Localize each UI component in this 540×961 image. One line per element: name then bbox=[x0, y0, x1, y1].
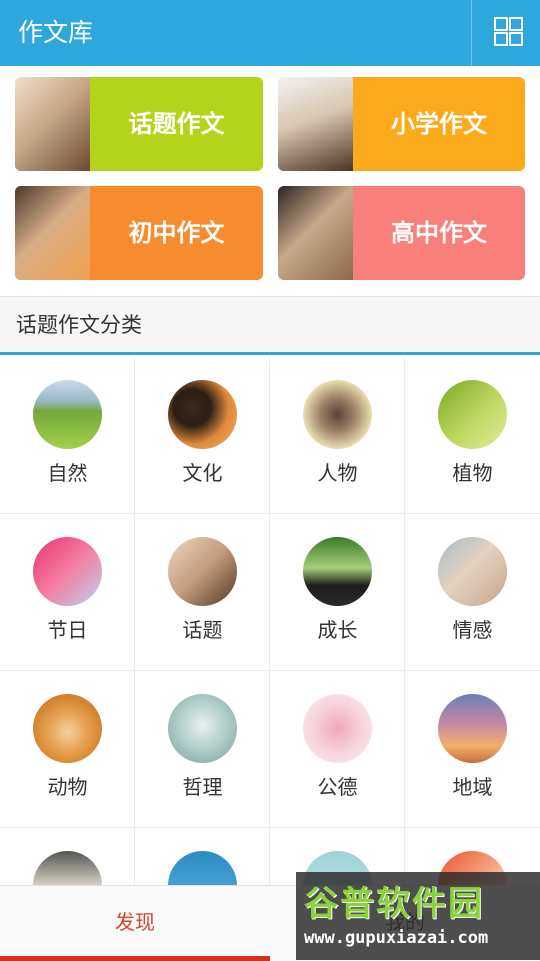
card-label: 话题作文 bbox=[128, 110, 225, 138]
card-primary-essay[interactable]: 小学作文 bbox=[278, 77, 525, 171]
grid-view-button[interactable] bbox=[472, 0, 540, 66]
card-photo bbox=[278, 186, 353, 280]
category-grid: 自然 文化 人物 植物 节日 话题 成长 情感 动物 哲理 公德 地域 bbox=[0, 357, 540, 887]
category-label: 情感 bbox=[452, 618, 493, 642]
region-photo bbox=[438, 694, 507, 763]
category-label: 地域 bbox=[452, 775, 493, 799]
emotion-photo bbox=[438, 537, 507, 606]
category-label: 哲理 bbox=[182, 775, 223, 799]
category-topic[interactable]: 话题 bbox=[135, 514, 270, 671]
culture-photo bbox=[168, 380, 237, 449]
category-label: 成长 bbox=[317, 618, 358, 642]
category-label: 动物 bbox=[47, 775, 88, 799]
active-tab-indicator bbox=[0, 956, 270, 961]
card-photo bbox=[278, 77, 353, 171]
card-label: 初中作文 bbox=[128, 219, 225, 247]
category-philosophy[interactable]: 哲理 bbox=[135, 671, 270, 828]
card-topic-essay[interactable]: 话题作文 bbox=[15, 77, 263, 171]
category-label: 自然 bbox=[47, 461, 88, 485]
category-morality[interactable]: 公德 bbox=[270, 671, 405, 828]
animal-photo bbox=[33, 694, 102, 763]
category-label: 植物 bbox=[452, 461, 493, 485]
people-photo bbox=[303, 380, 372, 449]
category-label: 公德 bbox=[317, 775, 358, 799]
grid-view-icon bbox=[494, 17, 508, 31]
grid-view-icon bbox=[509, 17, 523, 31]
category-plant[interactable]: 植物 bbox=[405, 357, 540, 514]
tab-discover[interactable]: 发现 bbox=[0, 886, 270, 961]
category-item[interactable] bbox=[135, 828, 270, 887]
category-animal[interactable]: 动物 bbox=[0, 671, 135, 828]
category-label: 文化 bbox=[182, 461, 223, 485]
category-label: 话题 bbox=[182, 618, 223, 642]
grid-view-icon bbox=[494, 32, 508, 46]
app-header: 作文库 bbox=[0, 0, 540, 66]
category-festival[interactable]: 节日 bbox=[0, 514, 135, 671]
category-emotion[interactable]: 情感 bbox=[405, 514, 540, 671]
grade-cards: 话题作文 小学作文 初中作文 高中作文 bbox=[0, 66, 540, 296]
category-13-photo bbox=[33, 851, 102, 887]
morality-photo bbox=[303, 694, 372, 763]
page-title: 作文库 bbox=[18, 18, 94, 47]
festival-photo bbox=[33, 537, 102, 606]
category-label: 节日 bbox=[47, 618, 88, 642]
watermark: 谷普软件园 www.gupuxiazai.com bbox=[296, 872, 540, 960]
watermark-url: www.gupuxiazai.com bbox=[304, 928, 489, 948]
card-junior-essay[interactable]: 初中作文 bbox=[15, 186, 263, 280]
nature-photo bbox=[33, 380, 102, 449]
section-header: 话题作文分类 bbox=[0, 296, 540, 355]
card-photo bbox=[15, 77, 90, 171]
card-label: 高中作文 bbox=[391, 219, 487, 247]
card-label: 小学作文 bbox=[391, 110, 487, 138]
category-label: 人物 bbox=[317, 461, 358, 485]
watermark-logo: 谷普软件园 bbox=[304, 884, 484, 924]
category-nature[interactable]: 自然 bbox=[0, 357, 135, 514]
category-region[interactable]: 地域 bbox=[405, 671, 540, 828]
card-photo bbox=[15, 186, 90, 280]
section-title: 话题作文分类 bbox=[16, 313, 142, 337]
category-item[interactable] bbox=[0, 828, 135, 887]
category-people[interactable]: 人物 bbox=[270, 357, 405, 514]
growth-photo bbox=[303, 537, 372, 606]
card-senior-essay[interactable]: 高中作文 bbox=[278, 186, 525, 280]
category-culture[interactable]: 文化 bbox=[135, 357, 270, 514]
section-underline bbox=[0, 352, 540, 355]
category-14-photo bbox=[168, 851, 237, 887]
grid-view-icon bbox=[509, 32, 523, 46]
plant-photo bbox=[438, 380, 507, 449]
category-growth[interactable]: 成长 bbox=[270, 514, 405, 671]
philosophy-photo bbox=[168, 694, 237, 763]
topic-photo bbox=[168, 537, 237, 606]
